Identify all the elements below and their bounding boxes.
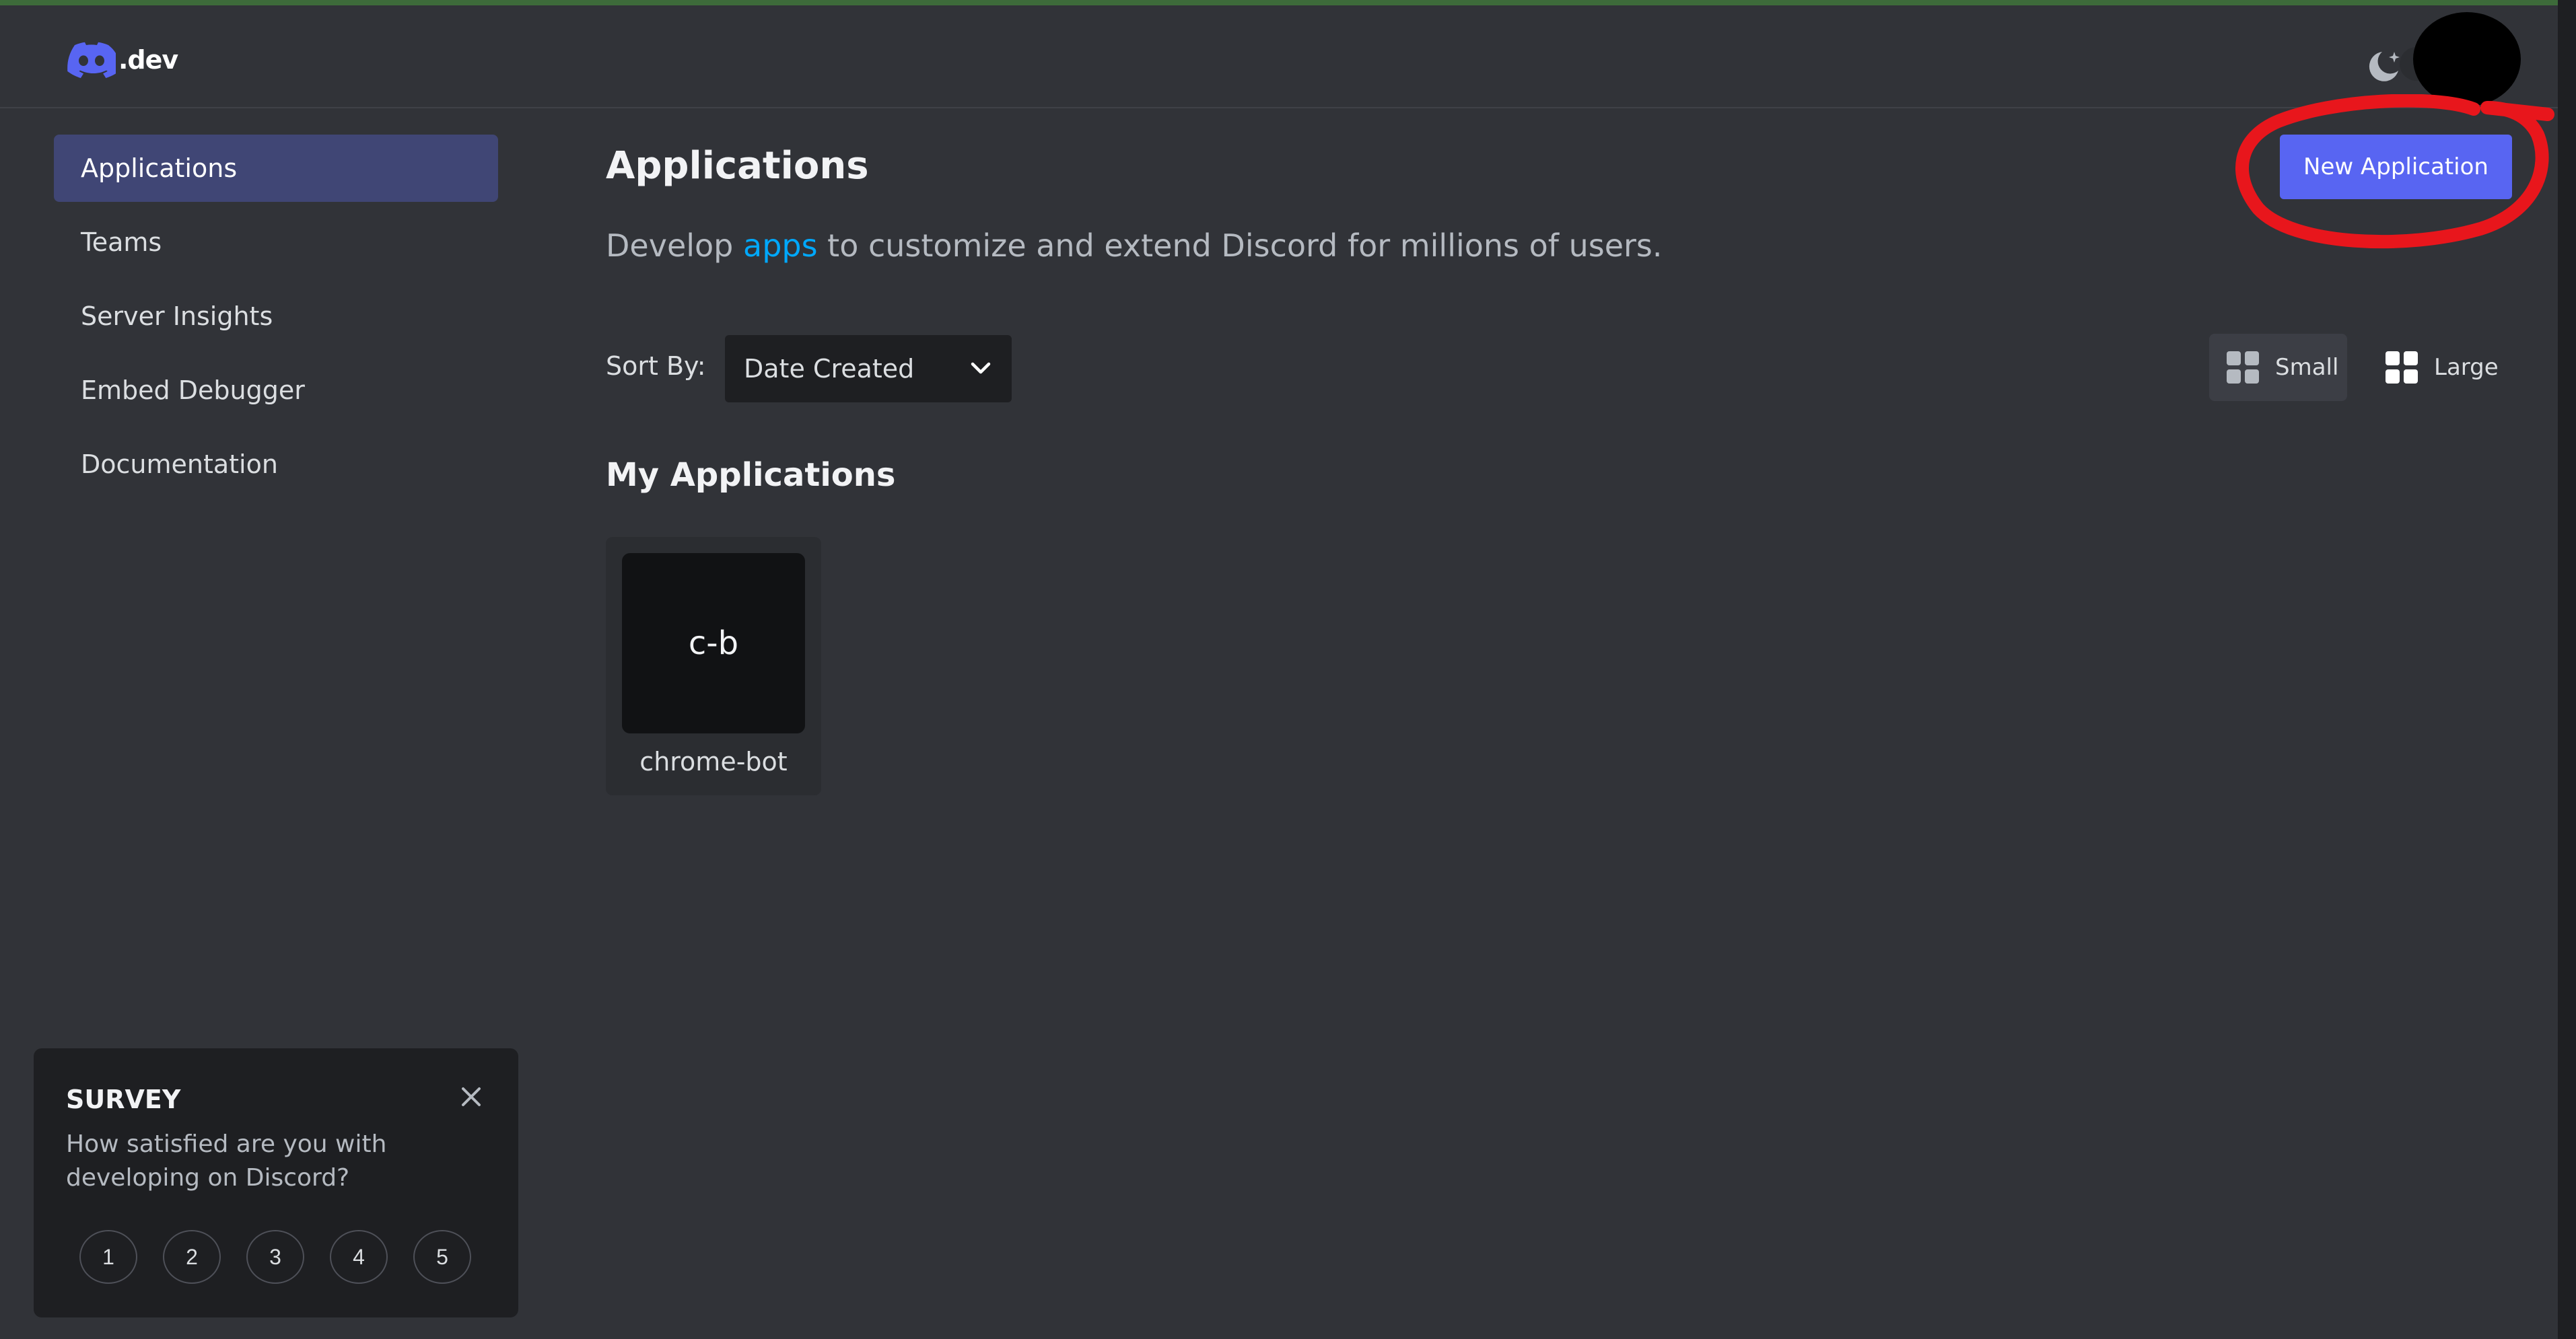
my-applications-heading: My Applications — [606, 456, 896, 494]
close-icon[interactable] — [456, 1082, 486, 1112]
survey-title: SURVEY — [66, 1085, 181, 1114]
sidebar-nav: Applications Teams Server Insights Embed… — [54, 135, 498, 505]
view-small-toggle[interactable]: Small — [2209, 334, 2347, 401]
app-name: chrome-bot — [639, 747, 788, 776]
sidebar-item-applications[interactable]: Applications — [54, 135, 498, 202]
sidebar-item-documentation[interactable]: Documentation — [54, 431, 498, 498]
page-subtitle: Develop apps to customize and extend Dis… — [606, 227, 1663, 264]
sidebar-item-server-insights[interactable]: Server Insights — [54, 283, 498, 350]
survey-popup: SURVEY How satisfied are you with develo… — [34, 1048, 518, 1317]
discord-dev-logo[interactable]: .dev — [67, 42, 178, 78]
new-application-button[interactable]: New Application — [2280, 135, 2512, 199]
rating-button-1[interactable]: 1 — [79, 1230, 137, 1284]
grid-large-icon — [2386, 351, 2418, 384]
sort-by-label: Sort By: — [606, 351, 706, 381]
apps-link[interactable]: apps — [743, 227, 818, 264]
rating-button-3[interactable]: 3 — [246, 1230, 304, 1284]
view-small-label: Small — [2275, 354, 2339, 381]
browser-top-edge — [0, 0, 2576, 5]
sort-by-value: Date Created — [744, 354, 915, 384]
subtitle-text-start: Develop — [606, 227, 743, 264]
grid-small-icon — [2227, 351, 2259, 384]
window-right-edge — [2558, 0, 2576, 1339]
view-large-label: Large — [2434, 354, 2499, 381]
sidebar-item-teams[interactable]: Teams — [54, 209, 498, 276]
page-title: Applications — [606, 144, 869, 188]
redacted-avatar-scribble — [2413, 12, 2521, 106]
application-card[interactable]: c-b chrome-bot — [606, 537, 821, 795]
sort-by-select[interactable]: Date Created — [725, 335, 1012, 402]
top-header: .dev — [0, 5, 2576, 108]
rating-button-4[interactable]: 4 — [330, 1230, 388, 1284]
rating-button-2[interactable]: 2 — [163, 1230, 221, 1284]
survey-rating-group: 1 2 3 4 5 — [79, 1230, 497, 1284]
discord-logo-icon — [67, 42, 116, 78]
rating-button-5[interactable]: 5 — [413, 1230, 471, 1284]
sidebar-item-embed-debugger[interactable]: Embed Debugger — [54, 357, 498, 424]
app-icon-placeholder: c-b — [622, 553, 805, 733]
survey-question: How satisfied are you with developing on… — [66, 1130, 387, 1192]
view-large-toggle[interactable]: Large — [2368, 334, 2503, 401]
chevron-down-icon — [971, 362, 991, 374]
subtitle-text-end: to customize and extend Discord for mill… — [817, 227, 1663, 264]
logo-text: .dev — [118, 45, 178, 75]
